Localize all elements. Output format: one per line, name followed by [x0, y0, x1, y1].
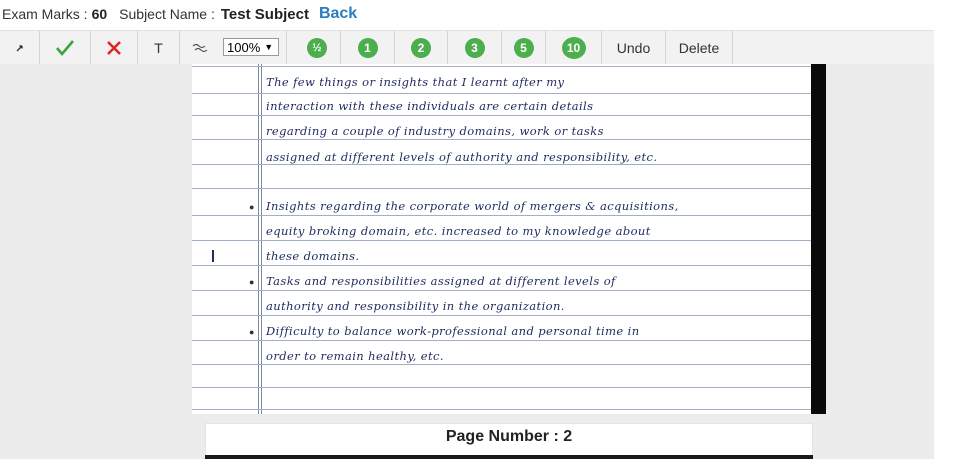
margin-line-right: [261, 64, 262, 414]
scan-edge: [811, 64, 826, 414]
mark-1-badge: 1: [357, 37, 378, 58]
ruled-line: [192, 66, 811, 67]
handwritten-line: assigned at different levels of authorit…: [266, 150, 658, 164]
delete-label: Delete: [678, 39, 720, 56]
highlight-tool-button[interactable]: [180, 31, 219, 64]
handwritten-line: Difficulty to balance work-professional …: [266, 324, 640, 338]
page-number-bar: Page Number : 2: [205, 423, 813, 459]
ruled-line: [192, 188, 811, 189]
ruled-line: [192, 387, 811, 388]
text-tool-button[interactable]: T: [138, 31, 180, 64]
bullet-dot: ●: [249, 327, 255, 337]
pen-mark: [212, 250, 214, 262]
toolbar-divider: [286, 31, 287, 64]
ruled-line: [192, 240, 811, 241]
mark-5-button[interactable]: 5: [502, 31, 546, 64]
handwritten-line: authority and responsibility in the orga…: [266, 299, 565, 313]
zoom-select[interactable]: 100% ▼: [223, 38, 279, 56]
handwritten-line: these domains.: [266, 249, 360, 263]
handwritten-line: equity broking domain, etc. increased to…: [266, 224, 651, 238]
ruled-line: [192, 340, 811, 341]
bullet-dot: ●: [249, 277, 255, 287]
mark-2-button[interactable]: 2: [395, 31, 448, 64]
answer-sheet-page[interactable]: The few things or insights that I learnt…: [192, 64, 826, 414]
mark-5-badge: 5: [513, 37, 534, 58]
exam-marks-value: 60: [91, 6, 108, 22]
ruled-line: [192, 409, 811, 410]
mark-half-badge: ½: [307, 37, 327, 58]
delete-button[interactable]: Delete: [666, 31, 733, 64]
dropdown-caret-icon: ▼: [264, 42, 274, 52]
ruled-line: [192, 265, 811, 266]
handwritten-line: order to remain healthy, etc.: [266, 349, 444, 363]
handwritten-line: Insights regarding the corporate world o…: [266, 199, 679, 213]
zoom-value: 100%: [227, 39, 261, 55]
mark-3-button[interactable]: 3: [448, 31, 502, 64]
undo-button[interactable]: Undo: [602, 31, 666, 64]
margin-line-left: [258, 64, 259, 414]
handwritten-line: interaction with these individuals are c…: [266, 99, 594, 113]
mark-1-button[interactable]: 1: [341, 31, 395, 64]
mark-2-badge: 2: [411, 37, 431, 58]
mark-3-badge: 3: [464, 37, 485, 58]
page-number-label: Page Number : 2: [445, 428, 573, 445]
subject-name-label: Subject Name :: [119, 6, 215, 22]
ruled-line: [192, 315, 811, 316]
pointer-tool-button[interactable]: [0, 31, 40, 64]
handwritten-line: Tasks and responsibilities assigned at d…: [266, 274, 616, 288]
check-icon: [56, 39, 74, 56]
ruled-line: [192, 115, 811, 116]
ruled-line: [192, 139, 811, 140]
back-link[interactable]: Back: [319, 5, 357, 23]
ruled-line: [192, 215, 811, 216]
mark-10-badge: 10: [561, 36, 586, 59]
exam-marks-label: Exam Marks :: [2, 6, 88, 22]
ruled-line: [192, 290, 811, 291]
handwritten-line: regarding a couple of industry domains, …: [266, 124, 604, 138]
correct-mark-button[interactable]: [40, 31, 91, 64]
next-page-edge: [205, 455, 813, 459]
ruled-line: [192, 93, 811, 94]
pointer-icon: [16, 44, 23, 51]
mark-10-button[interactable]: 10: [546, 31, 602, 64]
highlighter-icon: [192, 43, 207, 52]
handwritten-line: The few things or insights that I learnt…: [266, 75, 565, 89]
subject-name-value: Test Subject: [220, 5, 309, 23]
exam-header: Exam Marks : 60 Subject Name : Test Subj…: [0, 0, 970, 28]
viewer-right-margin: [934, 0, 970, 459]
mark-half-button[interactable]: ½: [294, 31, 341, 64]
ruled-line: [192, 364, 811, 365]
annotation-toolbar: T 100% ▼ ½ 1 2 3 5 10 Undo Delete: [0, 30, 934, 65]
text-tool-label: T: [154, 39, 163, 56]
ruled-line: [192, 164, 811, 165]
undo-label: Undo: [616, 39, 651, 56]
bullet-dot: ●: [249, 202, 255, 212]
cross-icon: [107, 40, 121, 55]
wrong-mark-button[interactable]: [91, 31, 138, 64]
